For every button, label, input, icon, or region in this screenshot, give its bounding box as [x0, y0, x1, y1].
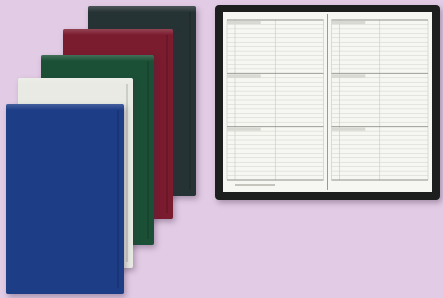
open-weekly-planner — [215, 5, 440, 200]
day-header-bar — [331, 127, 366, 131]
blue-pocket-planner — [6, 104, 124, 294]
planner-grid — [226, 14, 429, 190]
footer-mark — [235, 184, 275, 186]
day-header-bar — [227, 127, 261, 131]
day-header-bar — [227, 74, 261, 78]
day-header-bar — [331, 21, 366, 24]
day-header-bar — [227, 21, 261, 24]
day-header-bar — [331, 74, 366, 78]
planner-pages — [223, 12, 432, 192]
planner-product-photo — [0, 0, 443, 298]
